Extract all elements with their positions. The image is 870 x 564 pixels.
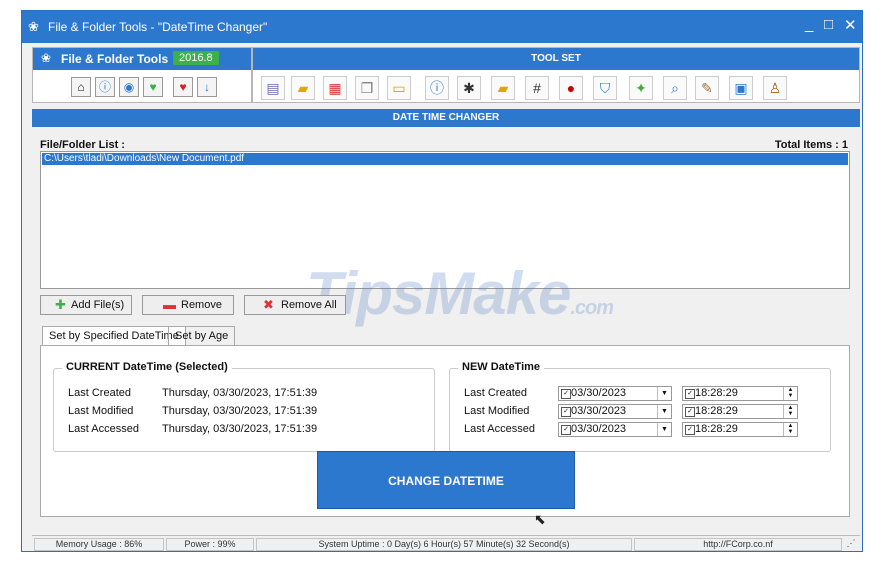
modified-time-picker[interactable]: ✓ 18:28:29 ▲ ▼ xyxy=(682,404,798,419)
plus-icon: ✚ xyxy=(55,297,66,312)
brand-logo-icon: ❀ xyxy=(41,51,52,65)
toolset-panel: TOOL SET ▤ ▰ ▦ ❐ ▭ ⓘ ✱ ▰ # ● ⛉ ✦ ⌕ ✎ ▣ ♙ xyxy=(252,47,860,103)
current-group-title: CURRENT DateTime (Selected) xyxy=(62,361,232,373)
heart-icon[interactable]: ♥ xyxy=(173,77,193,97)
dropdown-icon[interactable]: ▼ xyxy=(657,387,671,400)
resize-grip-icon[interactable]: ⋰ xyxy=(844,538,858,551)
copy-icon[interactable]: ❐ xyxy=(355,76,379,100)
memory-usage: Memory Usage : 86% xyxy=(34,538,164,551)
new-created-label: Last Created xyxy=(464,387,527,399)
watermark: TipsMake.com xyxy=(306,259,614,328)
new-datetime-group: NEW DateTime Last Created ✓ 03/30/2023 ▼… xyxy=(449,361,831,452)
checkbox-icon[interactable]: ✓ xyxy=(685,389,695,399)
tab-by-age[interactable]: Set by Age xyxy=(168,326,236,346)
maximize-button[interactable]: □ xyxy=(824,16,833,33)
modified-date-value: 03/30/2023 xyxy=(571,405,627,417)
created-time-value: 18:28:29 xyxy=(695,387,738,399)
accessed-time-picker[interactable]: ✓ 18:28:29 ▲ ▼ xyxy=(682,422,798,437)
status-bar: Memory Usage : 86% Power : 99% System Up… xyxy=(32,535,860,552)
image-icon[interactable]: ▣ xyxy=(729,76,753,100)
remove-label: Remove xyxy=(181,299,222,311)
app-window: ❀ File & Folder Tools - "DateTime Change… xyxy=(21,10,863,552)
website-link[interactable]: http://FCorp.co.nf xyxy=(634,538,842,551)
tab-specified-datetime[interactable]: Set by Specified DateTime xyxy=(42,326,186,347)
minimize-button[interactable]: _ xyxy=(805,16,813,33)
created-time-picker[interactable]: ✓ 18:28:29 ▲ ▼ xyxy=(682,386,798,401)
new-modified-label: Last Modified xyxy=(464,405,530,417)
new-group-title: NEW DateTime xyxy=(458,361,545,373)
section-title-bar: DATE TIME CHANGER xyxy=(32,109,860,127)
current-accessed-label: Last Accessed xyxy=(68,423,139,435)
remove-all-button[interactable]: ✖ Remove All xyxy=(244,295,346,315)
change-datetime-button[interactable]: CHANGE DATETIME xyxy=(317,451,575,509)
download-icon[interactable]: ↓ xyxy=(197,77,217,97)
current-modified-value: Thursday, 03/30/2023, 17:51:39 xyxy=(162,405,318,417)
power-status: Power : 99% xyxy=(166,538,254,551)
walker-icon[interactable]: ✦ xyxy=(629,76,653,100)
brand-name: File & Folder Tools xyxy=(61,52,169,66)
current-accessed-value: Thursday, 03/30/2023, 17:51:39 xyxy=(162,423,318,435)
created-date-picker[interactable]: ✓ 03/30/2023 ▼ xyxy=(558,386,672,401)
add-files-button[interactable]: ✚ Add File(s) xyxy=(40,295,132,315)
close-button[interactable]: ✕ xyxy=(844,16,857,34)
virus-icon[interactable]: ● xyxy=(559,76,583,100)
toolset-header: TOOL SET xyxy=(253,48,859,70)
pen-icon[interactable]: ✎ xyxy=(695,76,719,100)
window-title: File & Folder Tools - "DateTime Changer" xyxy=(48,20,268,34)
hash-icon[interactable]: # xyxy=(525,76,549,100)
folder-icon[interactable]: ▰ xyxy=(491,76,515,100)
broadcast-icon[interactable]: ◉ xyxy=(119,77,139,97)
modified-date-picker[interactable]: ✓ 03/30/2023 ▼ xyxy=(558,404,672,419)
folder-add-icon[interactable]: ▰ xyxy=(291,76,315,100)
shield-icon[interactable]: ⛉ xyxy=(593,76,617,100)
mouse-cursor-icon: ⬉ xyxy=(534,511,546,527)
spinner-icon[interactable]: ▲ ▼ xyxy=(783,423,797,436)
dropdown-icon[interactable]: ▼ xyxy=(657,423,671,436)
remove-all-label: Remove All xyxy=(281,299,337,311)
current-datetime-group: CURRENT DateTime (Selected) Last Created… xyxy=(53,361,435,452)
heart-check-icon[interactable]: ♥ xyxy=(143,77,163,97)
document-icon[interactable]: ▭ xyxy=(387,76,411,100)
modified-time-value: 18:28:29 xyxy=(695,405,738,417)
accessed-date-value: 03/30/2023 xyxy=(571,423,627,435)
current-modified-label: Last Modified xyxy=(68,405,134,417)
dropdown-icon[interactable]: ▼ xyxy=(657,405,671,418)
notepad-icon[interactable]: ▤ xyxy=(261,76,285,100)
bug-icon[interactable]: ✱ xyxy=(457,76,481,100)
list-item[interactable]: C:\Users\tladi\Downloads\New Document.pd… xyxy=(42,153,848,165)
current-created-value: Thursday, 03/30/2023, 17:51:39 xyxy=(162,387,318,399)
info-icon[interactable]: ⓘ xyxy=(95,77,115,97)
checkbox-icon[interactable]: ✓ xyxy=(685,407,695,417)
search-icon[interactable]: ⌕ xyxy=(663,76,687,100)
checkbox-icon[interactable]: ✓ xyxy=(685,425,695,435)
spinner-icon[interactable]: ▲ ▼ xyxy=(783,387,797,400)
calendar-icon[interactable]: ▦ xyxy=(323,76,347,100)
x-icon: ✖ xyxy=(263,297,274,312)
accessed-date-picker[interactable]: ✓ 03/30/2023 ▼ xyxy=(558,422,672,437)
accessed-time-value: 18:28:29 xyxy=(695,423,738,435)
file-list-label: File/Folder List : xyxy=(40,139,125,151)
watermark-main: TipsMake xyxy=(306,260,571,327)
total-items-label: Total Items : 1 xyxy=(774,139,848,151)
new-accessed-label: Last Accessed xyxy=(464,423,535,435)
info-icon[interactable]: ⓘ xyxy=(425,76,449,100)
watermark-suffix: .com xyxy=(570,297,614,319)
checkbox-icon[interactable]: ✓ xyxy=(561,425,571,435)
system-uptime: System Uptime : 0 Day(s) 6 Hour(s) 57 Mi… xyxy=(256,538,632,551)
checkbox-icon[interactable]: ✓ xyxy=(561,389,571,399)
user-icon[interactable]: ♙ xyxy=(763,76,787,100)
minus-icon: ▬ xyxy=(163,297,176,312)
brand-header: ❀ File & Folder Tools 2016.8 xyxy=(33,48,251,70)
remove-button[interactable]: ▬ Remove xyxy=(142,295,234,315)
add-files-label: Add File(s) xyxy=(71,299,125,311)
brand-panel: ❀ File & Folder Tools 2016.8 ⌂ ⓘ ◉ ♥ ♥ ↓ xyxy=(32,47,252,103)
app-icon: ❀ xyxy=(28,19,39,34)
title-bar[interactable]: ❀ File & Folder Tools - "DateTime Change… xyxy=(22,11,862,43)
checkbox-icon[interactable]: ✓ xyxy=(561,407,571,417)
version-badge: 2016.8 xyxy=(173,51,219,65)
current-created-label: Last Created xyxy=(68,387,131,399)
spinner-icon[interactable]: ▲ ▼ xyxy=(783,405,797,418)
home-icon[interactable]: ⌂ xyxy=(71,77,91,97)
created-date-value: 03/30/2023 xyxy=(571,387,627,399)
